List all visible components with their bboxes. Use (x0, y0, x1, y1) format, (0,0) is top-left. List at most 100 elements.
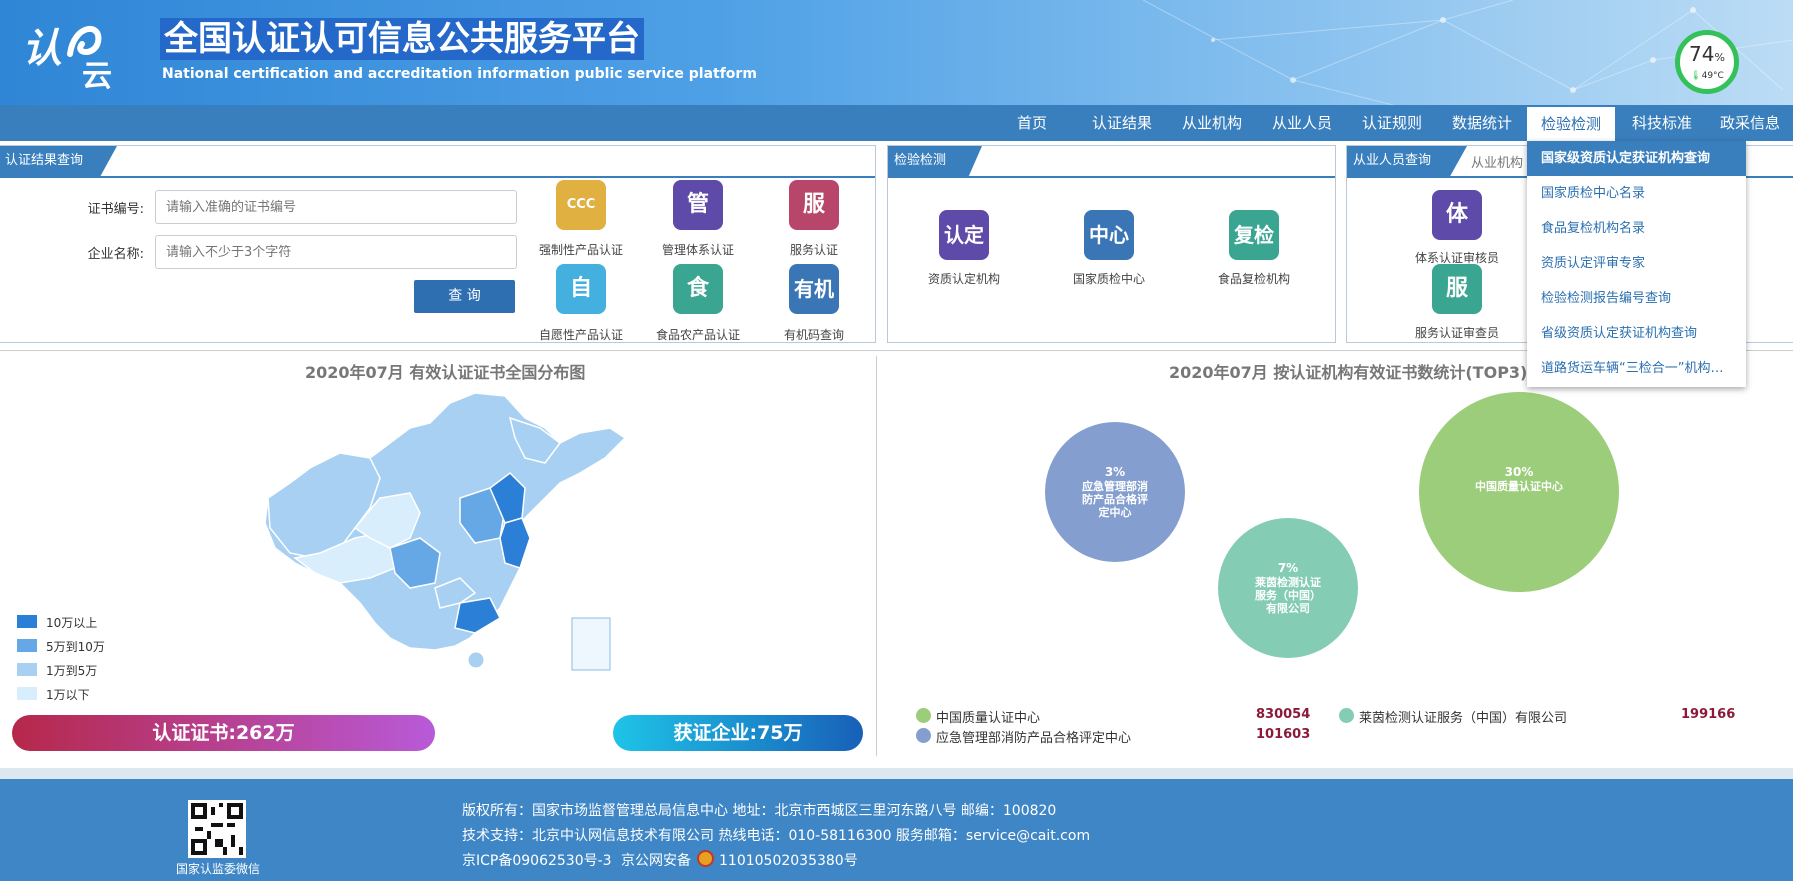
bubble-percent: 30% (1505, 465, 1534, 479)
chart-legend-dot (916, 728, 931, 743)
center-icon[interactable]: 中心 (1084, 210, 1134, 260)
south-sea-inset (571, 617, 611, 671)
tab-personnel[interactable]: 从业人员查询 (1347, 146, 1467, 176)
qr-code-icon (191, 803, 243, 855)
section-divider (876, 356, 877, 756)
nav-procurement[interactable]: 政采信息 (1712, 105, 1788, 141)
dropdown-item[interactable]: 国家级资质认定获证机构查询 (1527, 141, 1746, 176)
accreditation-icon[interactable]: 认定 (939, 210, 989, 260)
voluntary-icon[interactable]: 自 (556, 264, 606, 314)
chart-legend-value: 101603 (1256, 727, 1311, 742)
tab-cert-query[interactable]: 认证结果查询 (0, 146, 117, 176)
nav-cert-results[interactable]: 认证结果 (1084, 105, 1160, 141)
dropdown-item[interactable]: 省级资质认定获证机构查询 (1527, 316, 1746, 351)
tab-testing[interactable]: 检验检测 (888, 146, 982, 176)
chart-legend-label: 中国质量认证中心 (936, 711, 1041, 726)
recheck-icon[interactable]: 复检 (1229, 210, 1279, 260)
map-region-hainan[interactable] (467, 651, 485, 669)
bubble-label: 有限公司 (1266, 601, 1310, 615)
dropdown-item[interactable]: 道路货运车辆“三检合一”机构… (1527, 351, 1746, 386)
chart-legend-label: 应急管理部消防产品合格评定中心 (936, 731, 1132, 746)
icp-link[interactable]: 京ICP备09062530号-3 (462, 850, 612, 870)
gauge-percent: 74% (1689, 42, 1725, 66)
police-label: 京公网安备 (621, 853, 691, 869)
nav-statistics[interactable]: 数据统计 (1444, 105, 1520, 141)
dropdown-item[interactable]: 国家质检中心名录 (1527, 176, 1746, 211)
dropdown-item[interactable]: 食品复检机构名录 (1527, 211, 1746, 246)
site-title: 全国认证认可信息公共服务平台 (160, 18, 644, 60)
ccc-icon[interactable]: CCC (556, 180, 606, 230)
nav-testing[interactable]: 检验检测 (1527, 107, 1615, 141)
site-logo[interactable]: 认 云 (22, 14, 132, 94)
chart-legend-label: 莱茵检测认证服务（中国）有限公司 (1359, 711, 1568, 726)
police-record-link[interactable]: 11010502035380号 (719, 850, 858, 870)
legend-label: 5万到10万 (46, 640, 105, 654)
bubble-chart[interactable]: 30%中国质量认证中心 7%莱茵检测认证服务（中国）有限公司 3%应急管理部消防产品… (880, 380, 1793, 690)
icon-caption[interactable]: 服务认证审查员 (1407, 324, 1507, 341)
management-icon[interactable]: 管 (673, 180, 723, 230)
site-subtitle: National certification and accreditation… (162, 66, 757, 82)
performance-gauge[interactable]: 74% 🌡49°C (1675, 30, 1739, 94)
nav-standards[interactable]: 科技标准 (1624, 105, 1700, 141)
bubble-label: 中国质量认证中心 (1475, 479, 1563, 493)
company-name-label: 企业名称: (87, 247, 144, 262)
chart-legend-value: 199166 (1681, 707, 1736, 722)
nav-home[interactable]: 首页 (1000, 105, 1064, 141)
header-banner: 认 云 全国认证认可信息公共服务平台 National certificatio… (0, 0, 1793, 105)
icon-caption[interactable]: 资质认定机构 (914, 270, 1014, 287)
dropdown-item[interactable]: 资质认定评审专家 (1527, 246, 1746, 281)
icon-caption[interactable]: 管理体系认证 (648, 241, 748, 258)
tab-underline (0, 176, 875, 178)
company-name-input[interactable] (155, 235, 517, 269)
cert-number-input[interactable] (155, 190, 517, 224)
footer-support: 技术支持：北京中认网信息技术有限公司 热线电话：010-58116300 服务邮… (462, 828, 1091, 844)
dropdown-item[interactable]: 检验检测报告编号查询 (1527, 281, 1746, 316)
police-badge-icon (697, 850, 714, 867)
bubble-label: 定中心 (1099, 505, 1132, 519)
map-region-jiangsu-zhejiang[interactable] (499, 517, 531, 569)
svg-text:云: 云 (82, 59, 112, 89)
legend-label: 1万以下 (46, 688, 90, 702)
bubble-label: 防产品合格评 (1082, 492, 1148, 506)
gauge-temp: 🌡49°C (1690, 71, 1724, 81)
map-region-guangdong[interactable] (454, 597, 501, 634)
main-nav (0, 105, 1793, 141)
nav-cert-rules[interactable]: 认证规则 (1354, 105, 1430, 141)
icon-caption[interactable]: 国家质检中心 (1059, 270, 1159, 287)
tab-institutions[interactable]: 从业机构 (1471, 152, 1523, 171)
legend-swatch (17, 687, 37, 700)
food-icon[interactable]: 食 (673, 264, 723, 314)
cert-total-badge: 认证证书:262万 (12, 715, 435, 751)
bubble-percent: 7% (1278, 561, 1298, 575)
logo-icon: 认 云 (22, 25, 112, 94)
query-button[interactable]: 查 询 (414, 280, 515, 313)
icon-caption[interactable]: 食品复检机构 (1204, 270, 1304, 287)
map-title: 2020年07月 有效认证证书全国分布图 (305, 363, 586, 382)
chart-legend-dot (1339, 708, 1354, 723)
qr-caption: 国家认监委微信 (176, 862, 261, 876)
icon-caption[interactable]: 有机码查询 (764, 326, 864, 343)
tab-underline (888, 176, 1335, 178)
testing-dropdown-menu: 国家级资质认定获证机构查询 国家质检中心名录 食品复检机构名录 资质认定评审专家… (1527, 141, 1746, 387)
section-divider (0, 350, 1793, 351)
svg-text:认: 认 (22, 26, 62, 72)
organic-icon[interactable]: 有机 (789, 264, 839, 314)
icon-caption[interactable]: 食品农产品认证 (648, 326, 748, 343)
wechat-qr-code (188, 800, 246, 858)
icon-caption[interactable]: 自愿性产品认证 (531, 326, 631, 343)
reviewer-icon[interactable]: 服 (1432, 264, 1482, 314)
service-icon[interactable]: 服 (789, 180, 839, 230)
bubble-label: 服务（中国） (1255, 588, 1321, 602)
chart-legend-dot (916, 708, 931, 723)
nav-institutions[interactable]: 从业机构 (1174, 105, 1250, 141)
icon-caption[interactable]: 强制性产品认证 (531, 241, 631, 258)
auditor-icon[interactable]: 体 (1432, 190, 1482, 240)
nav-personnel[interactable]: 从业人员 (1264, 105, 1340, 141)
bubble-percent: 3% (1105, 465, 1125, 479)
china-map[interactable] (260, 388, 630, 678)
bubble-label: 莱茵检测认证 (1255, 575, 1321, 589)
icon-caption[interactable]: 服务认证 (764, 241, 864, 258)
footer-copyright: 版权所有：国家市场监督管理总局信息中心 地址：北京市西城区三里河东路八号 邮编：… (462, 803, 1057, 819)
legend-swatch (17, 615, 37, 628)
cert-number-label: 证书编号: (87, 202, 144, 217)
